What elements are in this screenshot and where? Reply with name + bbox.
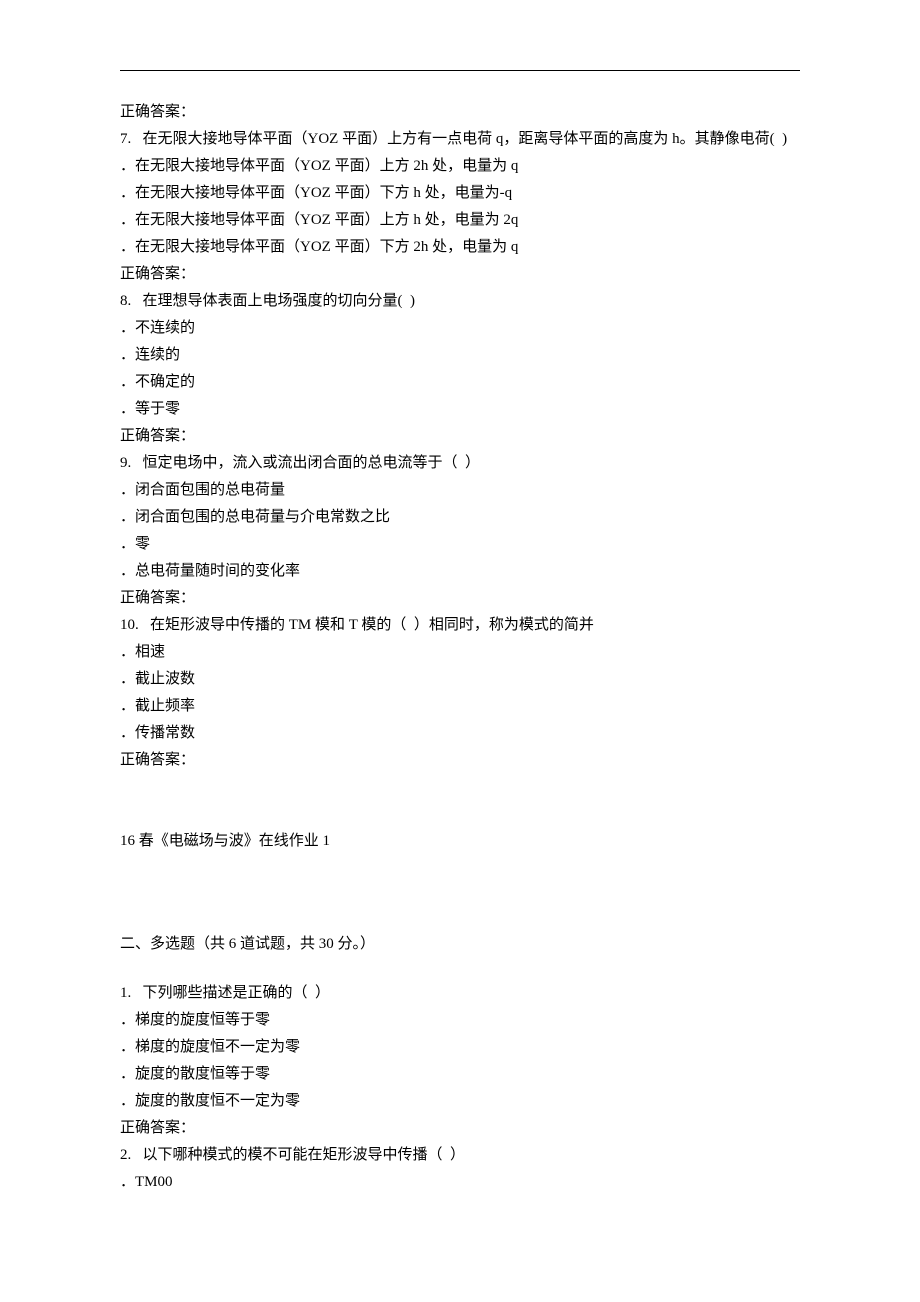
question-option: ．旋度的散度恒等于零 (120, 1061, 800, 1088)
question-option: ．传播常数 (120, 720, 800, 747)
question-stem: 9. 恒定电场中，流入或流出闭合面的总电流等于（ ） (120, 450, 800, 477)
question-option: ．在无限大接地导体平面（YOZ 平面）下方 2h 处，电量为 q (120, 234, 800, 261)
question-option: ．相速 (120, 639, 800, 666)
answer-label: 正确答案： (120, 423, 800, 450)
answer-label: 正确答案： (120, 747, 800, 774)
question-option: ．梯度的旋度恒不一定为零 (120, 1034, 800, 1061)
question-option: ．TM00 (120, 1169, 800, 1196)
answer-label: 正确答案： (120, 585, 800, 612)
question-option: ．旋度的散度恒不一定为零 (120, 1088, 800, 1115)
question-option: ．在无限大接地导体平面（YOZ 平面）下方 h 处，电量为-q (120, 180, 800, 207)
question-option: ．不连续的 (120, 315, 800, 342)
spacer (120, 774, 800, 828)
answer-label: 正确答案： (120, 1115, 800, 1142)
question-stem: 10. 在矩形波导中传播的 TM 模和 T 模的（ ）相同时，称为模式的简并 (120, 612, 800, 639)
spacer (120, 958, 800, 980)
question-option: ．零 (120, 531, 800, 558)
question-stem: 2. 以下哪种模式的模不可能在矩形波导中传播（ ） (120, 1142, 800, 1169)
question-option: ．总电荷量随时间的变化率 (120, 558, 800, 585)
question-stem: 8. 在理想导体表面上电场强度的切向分量( ) (120, 288, 800, 315)
question-option: ．截止波数 (120, 666, 800, 693)
spacer (120, 909, 800, 931)
question-option: ．在无限大接地导体平面（YOZ 平面）上方 h 处，电量为 2q (120, 207, 800, 234)
answer-label: 正确答案： (120, 99, 800, 126)
question-stem: 7. 在无限大接地导体平面（YOZ 平面）上方有一点电荷 q，距离导体平面的高度… (120, 126, 800, 153)
section-title: 二、多选题（共 6 道试题，共 30 分。） (120, 931, 800, 958)
question-option: ．不确定的 (120, 369, 800, 396)
question-option: ．梯度的旋度恒等于零 (120, 1007, 800, 1034)
question-option: ．在无限大接地导体平面（YOZ 平面）上方 2h 处，电量为 q (120, 153, 800, 180)
question-option: ．等于零 (120, 396, 800, 423)
spacer (120, 855, 800, 909)
document-page: 正确答案： 7. 在无限大接地导体平面（YOZ 平面）上方有一点电荷 q，距离导… (0, 0, 920, 1302)
question-stem: 1. 下列哪些描述是正确的（ ） (120, 980, 800, 1007)
question-option: ．闭合面包围的总电荷量与介电常数之比 (120, 504, 800, 531)
course-title: 16 春《电磁场与波》在线作业 1 (120, 828, 800, 855)
horizontal-rule (120, 70, 800, 71)
answer-label: 正确答案： (120, 261, 800, 288)
question-option: ．闭合面包围的总电荷量 (120, 477, 800, 504)
question-option: ．截止频率 (120, 693, 800, 720)
question-option: ．连续的 (120, 342, 800, 369)
